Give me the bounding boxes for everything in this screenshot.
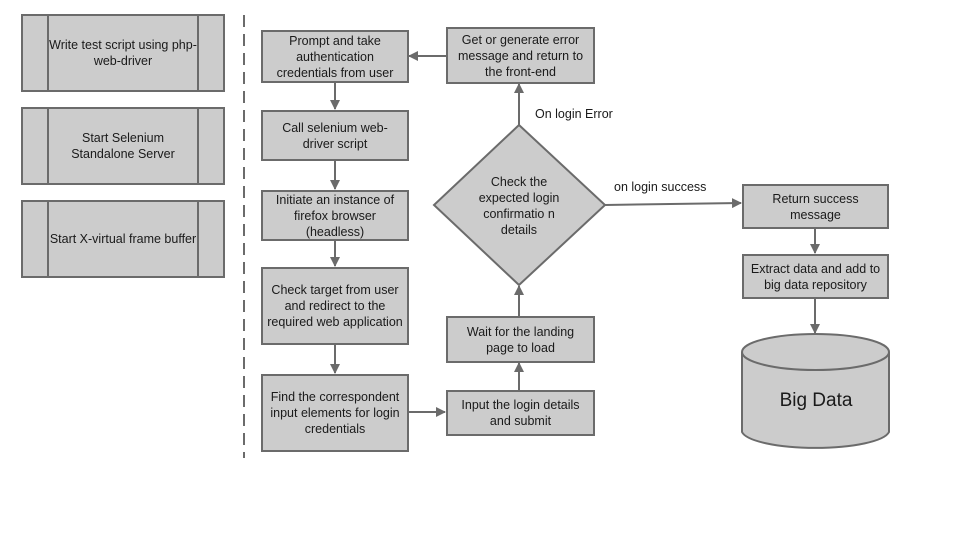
process-bar-right [197,202,199,276]
step-input-login: Input the login details and submit [446,390,595,436]
edge-label-on-success: on login success [614,180,707,194]
step-check-target: Check target from user and redirect to t… [261,267,409,345]
step-extract-data: Extract data and add to big data reposit… [742,254,889,299]
setup-step-write-script: Write test script using php-web-driver [21,14,225,92]
setup-step-label: Start Selenium Standalone Server [71,131,175,161]
setup-step-label: Start X-virtual frame buffer [49,232,197,246]
step-find-inputs: Find the correspondent input elements fo… [261,374,409,452]
setup-step-start-xvfb: Start X-virtual frame buffer [21,200,225,278]
step-initiate-browser: Initiate an instance of firefox browser … [261,190,409,241]
step-prompt-credentials: Prompt and take authentication credentia… [261,30,409,83]
edge-label-on-error: On login Error [535,107,613,121]
database-label: Big Data [779,390,853,411]
arrow-decision-to-success [604,198,742,209]
setup-step-label: Write test script using php-web-driver [49,38,197,68]
step-return-success: Return success message [742,184,889,229]
decision-label: Check the expected login confirmatio n d… [478,175,560,237]
step-wait-landing: Wait for the landing page to load [446,316,595,363]
process-bar-right [197,109,199,183]
step-error-message: Get or generate error message and return… [446,27,595,84]
process-bar-right [197,16,199,90]
setup-step-start-selenium: Start Selenium Standalone Server [21,107,225,185]
step-call-script: Call selenium web-driver script [261,110,409,161]
